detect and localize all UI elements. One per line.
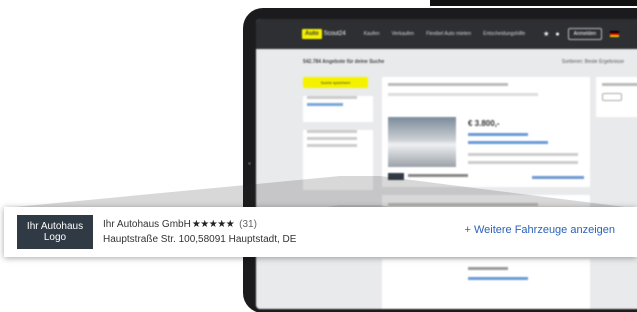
specs-row bbox=[468, 153, 578, 156]
filter-line bbox=[307, 137, 357, 140]
listing-subtitle-placeholder bbox=[388, 93, 538, 96]
dealer-address: Hauptstraße Str. 100,58091 Hauptstadt, D… bbox=[103, 234, 297, 245]
nav-item-kaufen[interactable]: Kaufen bbox=[364, 31, 380, 37]
rating-count[interactable]: (31) bbox=[239, 219, 257, 230]
listing-card[interactable]: € 3.800,- bbox=[382, 77, 590, 187]
dealer-name[interactable]: Ihr Autohaus GmbH bbox=[103, 219, 191, 230]
car-image[interactable] bbox=[388, 117, 456, 167]
dealer-name-row: Ihr Autohaus GmbH ★★★★★ (31) bbox=[103, 219, 296, 230]
filter-line bbox=[307, 130, 357, 133]
german-flag-icon[interactable] bbox=[610, 31, 620, 37]
tablet-device: Auto Scout24 Kaufen Verkaufen Flexibel A… bbox=[243, 8, 637, 312]
results-count: 542.784 Angebote für deine Suche bbox=[303, 59, 385, 65]
dealer-info-callout: Ihr Autohaus Logo Ihr Autohaus GmbH ★★★★… bbox=[4, 207, 637, 257]
listing-title-placeholder bbox=[388, 83, 508, 86]
dealer-logo-line2: Logo bbox=[43, 232, 67, 243]
listing-price: € 3.800,- bbox=[468, 119, 500, 128]
dealer-name-mini bbox=[408, 174, 468, 177]
filter-link[interactable] bbox=[307, 103, 343, 106]
favorite-star-icon[interactable]: ★ bbox=[543, 30, 549, 38]
listing-card[interactable] bbox=[382, 259, 590, 309]
dealer-logo-line1: Ihr Autohaus bbox=[26, 221, 84, 232]
listing-title-placeholder bbox=[388, 203, 538, 206]
financing-link[interactable] bbox=[468, 277, 528, 280]
nav-item-entscheidungshilfe[interactable]: Entscheidungshilfe bbox=[483, 31, 525, 37]
rating-stars-icon: ★★★★★ bbox=[191, 219, 235, 230]
results-bar: 542.784 Angebote für deine Suche Sortier… bbox=[256, 49, 637, 65]
rate-link[interactable] bbox=[468, 141, 548, 144]
site-logo-text[interactable]: Scout24 bbox=[324, 31, 346, 37]
site-logo-badge[interactable]: Auto bbox=[302, 29, 322, 39]
dealer-logo-mini bbox=[388, 173, 404, 180]
more-vehicles-mini-link[interactable] bbox=[532, 176, 584, 179]
filter-box bbox=[303, 130, 373, 190]
filter-box bbox=[303, 96, 373, 122]
notify-button[interactable] bbox=[602, 93, 622, 101]
device-edge bbox=[430, 0, 637, 6]
top-navigation: Auto Scout24 Kaufen Verkaufen Flexibel A… bbox=[256, 19, 637, 49]
specs-row bbox=[468, 161, 578, 164]
dealer-logo[interactable]: Ihr Autohaus Logo bbox=[17, 215, 93, 249]
more-vehicles-link[interactable]: + Weitere Fahrzeuge anzeigen bbox=[464, 224, 615, 236]
save-search-button[interactable]: Suche speichern bbox=[303, 77, 368, 88]
filter-line bbox=[307, 144, 357, 147]
filter-line bbox=[307, 96, 357, 99]
nav-item-mieten[interactable]: Flexibel Auto mieten bbox=[426, 31, 471, 37]
notification-bell-icon[interactable]: ● bbox=[555, 31, 559, 38]
notify-text bbox=[602, 83, 637, 86]
financing-link[interactable] bbox=[468, 133, 528, 136]
tablet-screen: Auto Scout24 Kaufen Verkaufen Flexibel A… bbox=[256, 19, 637, 309]
filter-sidebar: Suche speichern bbox=[303, 77, 378, 309]
marketing-illustration: Auto Scout24 Kaufen Verkaufen Flexibel A… bbox=[0, 0, 637, 312]
nav-item-verkaufen[interactable]: Verkaufen bbox=[392, 31, 415, 37]
login-button[interactable]: Anmelden bbox=[567, 28, 603, 40]
camera-dot bbox=[248, 162, 251, 165]
listing-price-placeholder bbox=[468, 267, 508, 270]
dealer-info: Ihr Autohaus GmbH ★★★★★ (31) Hauptstraße… bbox=[103, 219, 296, 245]
sort-dropdown[interactable]: Sortieren: Beste Ergebnisse bbox=[562, 59, 624, 65]
notify-panel bbox=[596, 77, 637, 117]
